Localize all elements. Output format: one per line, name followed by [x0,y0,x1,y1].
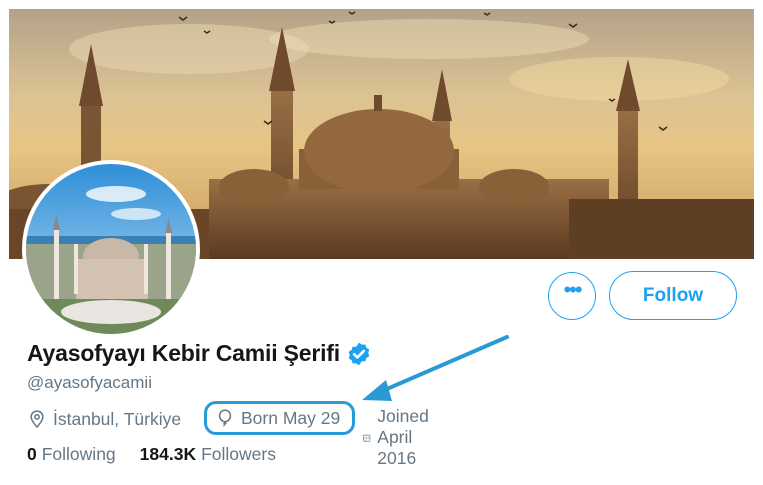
profile-avatar[interactable] [22,160,200,338]
calendar-icon [363,434,371,442]
profile-handle: @ayasofyacamii [27,373,152,392]
display-name: Ayasofyayı Kebir Camii Şerifi [27,340,340,366]
location-text: İstanbul, Türkiye [53,408,182,429]
verified-badge-icon [348,342,370,365]
following-label: Following [41,444,116,464]
joined-item: Joined April 2016 [362,406,440,469]
follow-stats: 0 Following 184.3K Followers [27,444,300,465]
birthday-text: Born May 29 [241,407,341,428]
more-options-label: ••• [563,277,582,302]
following-count: 0 [27,444,37,464]
profile-meta: İstanbul, Türkiye Born May 29 Joined Apr… [27,401,429,468]
follow-button[interactable]: Follow [609,271,737,320]
avatar-image [26,164,196,334]
followers-count: 184.3K [139,444,197,464]
more-options-button[interactable]: ••• [548,272,596,320]
display-name-row: Ayasofyayı Kebir Camii Şerifi [27,340,372,367]
followers-label: Followers [201,444,276,464]
location-pin-icon [30,410,44,428]
tweets-strip-preview [9,478,754,485]
birthday-item: Born May 29 [204,401,355,435]
follow-button-label: Follow [642,284,704,306]
joined-text: Joined April 2016 [377,406,429,468]
balloon-icon [218,409,232,427]
location-item: İstanbul, Türkiye [27,409,181,430]
following-stat[interactable]: 0 Following [27,444,116,465]
followers-stat[interactable]: 184.3K Followers [140,444,276,465]
profile-card: ••• Follow Ayasofyayı Kebir Camii Şerifi… [0,0,763,485]
